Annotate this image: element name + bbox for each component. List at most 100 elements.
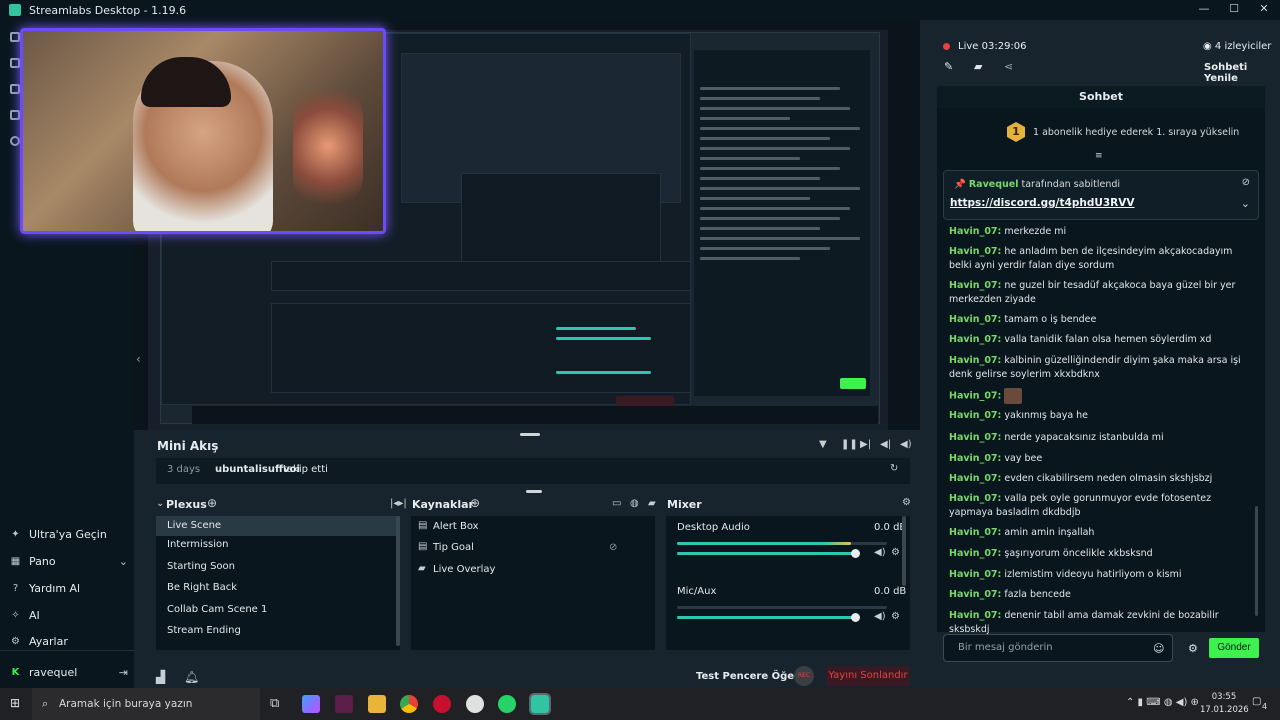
chat-username[interactable]: Havin_07: — [949, 410, 1001, 421]
opera-icon[interactable] — [433, 695, 451, 713]
chevron-down-icon[interactable]: ⌄ — [1241, 197, 1250, 210]
streamlabs-icon[interactable] — [529, 693, 551, 715]
chat-username[interactable]: Havin_07: — [949, 473, 1001, 484]
clock-time[interactable]: 03:55 — [1204, 692, 1244, 702]
source-item[interactable]: Live Overlay — [433, 564, 495, 575]
slider-handle[interactable] — [851, 613, 860, 622]
app-icon-2[interactable] — [466, 695, 484, 713]
pinned-message[interactable]: 📌 Ravequel tarafından sabitlendi ⊘ https… — [943, 170, 1259, 220]
notification-icon[interactable]: ▢ — [1252, 696, 1261, 707]
nav-settings[interactable]: ⚙ Ayarlar — [10, 635, 128, 648]
nav-ultra[interactable]: ✦ Ultra'ya Geçin — [10, 528, 128, 541]
refresh-chat-button[interactable]: Sohbeti Yenile — [1204, 62, 1280, 84]
settings-icon[interactable]: ⚙ — [1188, 642, 1198, 655]
chat-username[interactable]: Havin_07: — [949, 391, 1001, 402]
chat-username[interactable]: Havin_07: — [949, 314, 1001, 325]
volume-slider[interactable] — [677, 616, 857, 619]
scene-item[interactable]: Collab Cam Scene 1 — [167, 604, 267, 615]
chat-username[interactable]: Havin_07: — [949, 226, 1001, 237]
nav-ai[interactable]: ✧ AI — [10, 609, 128, 622]
store-icon[interactable] — [10, 84, 20, 94]
source-item[interactable]: Alert Box — [433, 521, 479, 532]
chat-username[interactable]: Havin_07: — [949, 355, 1001, 366]
minimize-button[interactable]: — — [1196, 2, 1212, 15]
add-scene-icon[interactable]: ⊕ — [207, 496, 217, 510]
taskbar-search[interactable]: Aramak için buraya yazın — [32, 688, 260, 720]
tray-icons[interactable]: ⌃ ▮ ⌨ ◍ ◀) ⊕ — [1126, 697, 1199, 708]
record-button[interactable]: REC — [794, 666, 814, 686]
gear-icon[interactable]: ⚙ — [891, 547, 900, 558]
add-folder-icon[interactable]: ▰ — [648, 498, 656, 509]
slider-handle[interactable] — [851, 549, 860, 558]
drag-handle[interactable] — [520, 433, 540, 436]
volume-icon[interactable]: ◀) — [900, 439, 912, 450]
chat-username[interactable]: Havin_07: — [949, 280, 1001, 291]
themes-icon[interactable] — [10, 58, 20, 68]
gear-icon[interactable]: ⚙ — [891, 611, 900, 622]
hide-icon[interactable]: ◍ — [630, 498, 639, 509]
mute-icon[interactable]: ◀) — [874, 547, 886, 558]
chat-username[interactable]: Havin_07: — [949, 589, 1001, 600]
scrollbar[interactable] — [396, 516, 400, 646]
share-icon[interactable]: ⋖ — [1004, 60, 1013, 73]
source-item[interactable]: Tip Goal — [433, 542, 474, 553]
chat-username[interactable]: Havin_07: — [949, 334, 1001, 345]
mute-icon[interactable]: ◀) — [874, 611, 886, 622]
scene-item[interactable]: Be Right Back — [167, 582, 237, 593]
collapse-icon[interactable]: |◂▸| — [390, 498, 407, 509]
scene-item[interactable]: Intermission — [167, 539, 228, 550]
chevron-down-icon[interactable]: ⌄ — [156, 498, 164, 509]
volume-slider[interactable] — [677, 552, 857, 555]
apps-icon[interactable] — [10, 110, 20, 120]
skip-icon[interactable]: ▶| — [860, 439, 871, 450]
file-explorer-icon[interactable] — [368, 695, 386, 713]
chat-username[interactable]: Havin_07: — [949, 548, 1001, 559]
copilot-icon[interactable] — [302, 695, 320, 713]
filter-icon[interactable]: ▼ — [819, 439, 827, 450]
mute-icon[interactable]: ◀| — [880, 439, 891, 450]
chat-username[interactable]: Havin_07: — [949, 610, 1001, 621]
bell-icon[interactable]: 🔔︎ — [184, 670, 199, 684]
add-source-icon[interactable]: ⊕ — [470, 496, 480, 510]
maximize-button[interactable]: ☐ — [1226, 2, 1242, 15]
folder-icon[interactable]: ▭ — [612, 498, 621, 509]
chat-username[interactable]: Havin_07: — [949, 493, 1001, 504]
scene-item[interactable]: Starting Soon — [167, 561, 235, 572]
hidden-icon[interactable]: ⊘ — [609, 542, 617, 553]
windows-start-icon[interactable]: ⊞ — [10, 697, 22, 709]
replay-icon[interactable]: ↻ — [890, 463, 898, 474]
pause-icon[interactable]: ❚❚ — [841, 439, 858, 450]
collapse-icon[interactable]: ≡ — [1095, 152, 1107, 161]
pinned-link[interactable]: https://discord.gg/t4phdU3RVV — [950, 197, 1135, 209]
scrollbar[interactable] — [902, 516, 906, 586]
end-stream-button[interactable]: Yayını Sonlandır — [826, 666, 910, 686]
chat-username[interactable]: Havin_07: — [949, 453, 1001, 464]
scene-item[interactable]: Stream Ending — [167, 625, 241, 636]
chat-username[interactable]: Havin_07: — [949, 569, 1001, 580]
nav-user[interactable]: K ravequel ⇥ — [10, 666, 128, 679]
app-icon[interactable] — [335, 695, 353, 713]
editor-icon[interactable] — [10, 32, 20, 42]
folder-icon[interactable]: ▰ — [974, 60, 982, 73]
drag-handle[interactable] — [526, 490, 542, 493]
emoji-icon[interactable]: ☺ — [1153, 642, 1164, 655]
clock-date[interactable]: 17.01.2026 — [1200, 705, 1249, 715]
chat-username[interactable]: Havin_07: — [949, 432, 1001, 443]
chat-username[interactable]: Havin_07: — [949, 527, 1001, 538]
whatsapp-icon[interactable] — [498, 695, 516, 713]
edit-icon[interactable]: ✎ — [944, 60, 953, 73]
scene-item[interactable]: Live Scene — [156, 516, 400, 536]
gear-icon[interactable]: ⚙ — [902, 497, 911, 508]
send-button[interactable]: Gönder — [1209, 638, 1259, 658]
chat-input[interactable]: Bir mesaj gönderin — [943, 634, 1173, 662]
task-view-icon[interactable]: ⧉ — [270, 696, 279, 711]
gift-leaderboard[interactable]: 1 1 abonelik hediye ederek 1. sıraya yük… — [1007, 122, 1239, 142]
record-icon[interactable] — [10, 136, 20, 146]
nav-help[interactable]: ? Yardım Al — [10, 582, 128, 595]
chevron-left-icon[interactable]: ‹ — [136, 352, 141, 366]
logout-icon[interactable]: ⇥ — [119, 666, 128, 679]
chat-username[interactable]: Havin_07: — [949, 246, 1001, 257]
stats-icon[interactable]: ▟ — [156, 670, 165, 684]
chrome-icon[interactable] — [400, 695, 418, 713]
hide-icon[interactable]: ⊘ — [1242, 177, 1250, 188]
